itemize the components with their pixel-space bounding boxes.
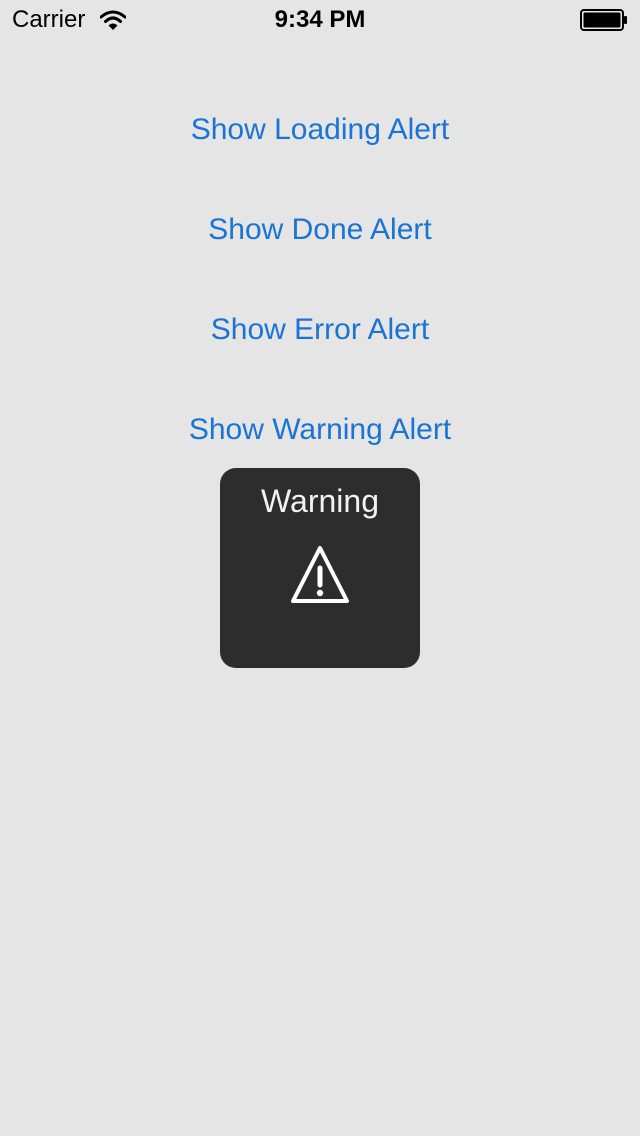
warning-alert-hud: Warning	[220, 468, 420, 668]
hud-title: Warning	[261, 483, 379, 519]
show-warning-alert-button[interactable]: Show Warning Alert	[0, 410, 640, 450]
warning-triangle-icon	[291, 546, 349, 603]
status-time: 9:34 PM	[274, 6, 366, 33]
battery-full-icon	[580, 9, 627, 31]
status-bar: Carrier 9:34 PM	[0, 0, 640, 40]
show-done-alert-button[interactable]: Show Done Alert	[0, 210, 640, 250]
show-loading-alert-button[interactable]: Show Loading Alert	[0, 110, 640, 150]
show-error-alert-button[interactable]: Show Error Alert	[0, 310, 640, 350]
